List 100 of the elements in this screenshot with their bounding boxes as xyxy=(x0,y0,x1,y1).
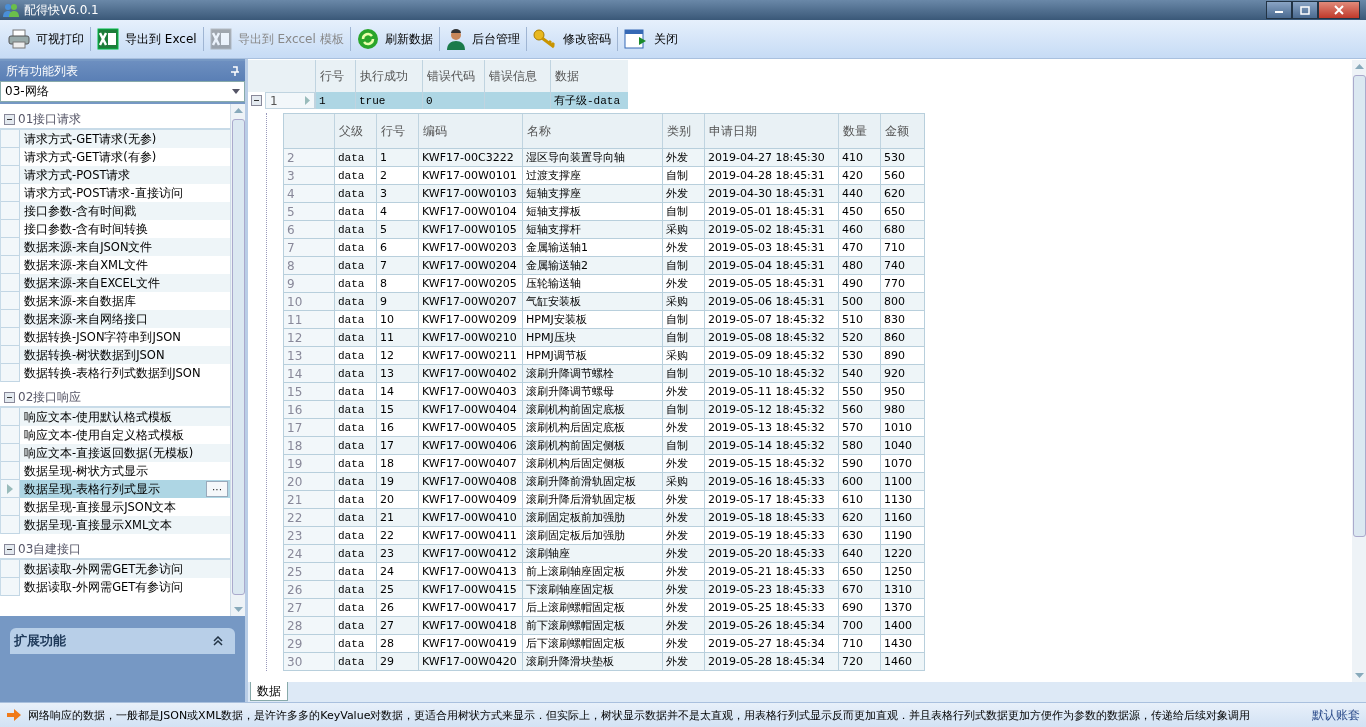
function-item[interactable]: 数据转换-JSON字符串到JSON xyxy=(20,329,181,345)
function-item[interactable]: 数据转换-表格行列式数据到JSON xyxy=(20,365,201,381)
function-item[interactable]: 请求方式-GET请求(有参) xyxy=(20,149,157,165)
table-cell: 720 xyxy=(838,653,880,670)
table-cell: data xyxy=(334,365,376,382)
close-icon xyxy=(1334,5,1344,15)
table-cell: 外发 xyxy=(662,383,704,400)
function-item[interactable]: 数据来源-来自数据库 xyxy=(20,293,137,309)
function-item[interactable]: 数据呈现-表格行列式显示 xyxy=(20,481,161,497)
header-corner xyxy=(284,114,334,148)
toolbar-button[interactable]: 可视打印 xyxy=(4,27,88,51)
column-header[interactable]: 数量 xyxy=(838,114,880,148)
table-cell: 2019-04-27 18:45:30 xyxy=(704,149,838,166)
row-header: 3 xyxy=(284,167,334,184)
close-button[interactable] xyxy=(1318,1,1360,19)
column-header[interactable]: 编码 xyxy=(418,114,522,148)
toolbar-button[interactable]: 后台管理 xyxy=(441,26,524,52)
table-cell: 自制 xyxy=(662,329,704,346)
column-header[interactable]: 错误信息 xyxy=(484,60,550,92)
function-item[interactable]: 接口参数-含有时间转换 xyxy=(20,221,149,237)
table-cell: 1160 xyxy=(880,509,924,526)
table-cell: 2019-05-09 18:45:32 xyxy=(704,347,838,364)
spreadsheet-icon xyxy=(97,28,119,50)
maximize-button[interactable] xyxy=(1292,1,1318,19)
column-header[interactable]: 申请日期 xyxy=(704,114,838,148)
toolbar-button[interactable]: 导出到 Excel xyxy=(93,26,201,52)
extension-panel-header[interactable]: 扩展功能 xyxy=(10,628,235,654)
people-icon xyxy=(2,2,20,18)
scroll-down-icon[interactable] xyxy=(233,607,243,612)
table-cell: 550 xyxy=(838,383,880,400)
collapse-icon[interactable] xyxy=(251,95,262,106)
table-cell: 前上滚刷轴座固定板 xyxy=(522,563,662,580)
column-header[interactable]: 父级 xyxy=(334,114,376,148)
toolbar-button[interactable]: 刷新数据 xyxy=(352,26,437,52)
table-cell: data xyxy=(334,509,376,526)
account-name[interactable]: 默认账套 xyxy=(1312,707,1360,723)
table-cell: 420 xyxy=(838,167,880,184)
table-cell: 450 xyxy=(838,203,880,220)
table-cell: 570 xyxy=(838,419,880,436)
column-header[interactable]: 数据 xyxy=(550,60,628,92)
scrollbar[interactable] xyxy=(230,104,245,616)
column-header[interactable]: 执行成功 xyxy=(355,60,422,92)
scroll-down-icon[interactable] xyxy=(1354,673,1364,678)
tab[interactable]: 数据 xyxy=(250,682,288,701)
scroll-up-icon[interactable] xyxy=(233,108,243,113)
table-cell: 后下滚刷螺帽固定板 xyxy=(522,635,662,652)
column-header[interactable]: 名称 xyxy=(522,114,662,148)
table-cell: 滚刷固定板前加强肋 xyxy=(522,509,662,526)
function-item[interactable]: 请求方式-POST请求-直接访问 xyxy=(20,185,183,201)
pin-icon[interactable] xyxy=(231,66,239,76)
collapse-chevron-icon xyxy=(213,636,223,646)
toolbar-button[interactable]: 关闭 xyxy=(619,27,682,51)
table-cell: data xyxy=(334,437,376,454)
minimize-button[interactable] xyxy=(1266,1,1292,19)
table-cell: KWF17-00W0407 xyxy=(418,455,522,472)
row-header: 4 xyxy=(284,185,334,202)
table-cell: 440 xyxy=(838,185,880,202)
function-item[interactable]: 数据来源-来自XML文件 xyxy=(20,257,149,273)
collapse-icon xyxy=(4,113,15,125)
row-header: 10 xyxy=(284,293,334,310)
table-cell: 980 xyxy=(880,401,924,418)
panel-title: 所有功能列表 xyxy=(6,62,78,80)
table-cell: 620 xyxy=(838,509,880,526)
column-header[interactable]: 行号 xyxy=(315,60,355,92)
function-item[interactable]: 数据呈现-树状方式显示 xyxy=(20,463,149,479)
table-cell: KWF17-00W0101 xyxy=(418,167,522,184)
column-header[interactable]: 行号 xyxy=(376,114,418,148)
table-cell: 短轴支撑板 xyxy=(522,203,662,220)
column-header[interactable]: 类别 xyxy=(662,114,704,148)
table-cell: KWF17-00W0211 xyxy=(418,347,522,364)
table-cell: 600 xyxy=(838,473,880,490)
ellipsis-button[interactable]: ··· xyxy=(206,481,228,497)
function-item[interactable]: 响应文本-使用自定义格式模板 xyxy=(20,427,185,443)
window-title: 配得快V6.0.1 xyxy=(24,1,99,19)
scroll-up-icon[interactable] xyxy=(1354,64,1364,69)
column-header[interactable]: 错误代码 xyxy=(422,60,484,92)
table-cell: data xyxy=(334,239,376,256)
scrollbar[interactable] xyxy=(1352,60,1366,682)
table-cell: KWF17-00W0210 xyxy=(418,329,522,346)
category-dropdown[interactable]: 03-网络 xyxy=(0,81,245,102)
table-cell: 外发 xyxy=(662,527,704,544)
row-header: 9 xyxy=(284,275,334,292)
header-corner xyxy=(248,60,315,92)
row-header: 5 xyxy=(284,203,334,220)
function-item[interactable]: 数据呈现-直接显示JSON文本 xyxy=(20,499,177,515)
table-cell: 2019-05-13 18:45:32 xyxy=(704,419,838,436)
table-cell: 5 xyxy=(376,221,418,238)
table-cell: 1310 xyxy=(880,581,924,598)
table-cell: data xyxy=(334,455,376,472)
column-header[interactable]: 金额 xyxy=(880,114,924,148)
function-item[interactable]: 数据读取-外网需GET有参访问 xyxy=(20,579,184,595)
table-cell: 13 xyxy=(376,365,418,382)
toolbar-button[interactable]: 修改密码 xyxy=(528,27,615,51)
table-cell: 950 xyxy=(880,383,924,400)
table-cell: 23 xyxy=(376,545,418,562)
table-cell: 10 xyxy=(376,311,418,328)
table-cell: 770 xyxy=(880,275,924,292)
table-cell: 1 xyxy=(315,92,355,109)
table-cell: data xyxy=(334,473,376,490)
table-cell: 540 xyxy=(838,365,880,382)
